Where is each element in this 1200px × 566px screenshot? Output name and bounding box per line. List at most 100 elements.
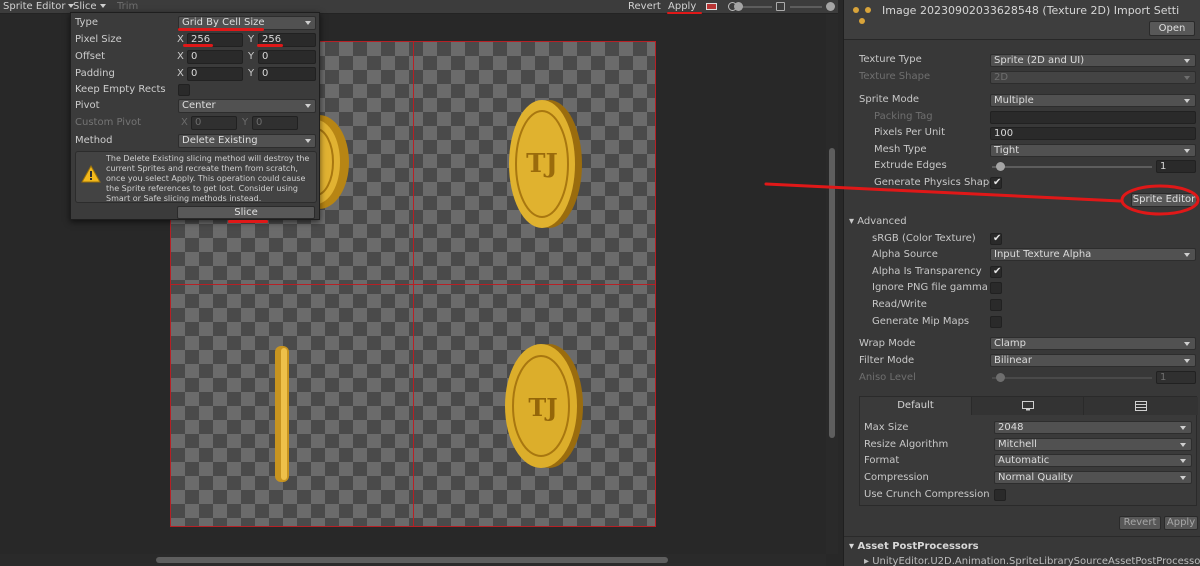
compression-value: Normal Quality xyxy=(998,472,1074,483)
texture-type-value: Sprite (2D and UI) xyxy=(994,55,1085,66)
color-channel-icon[interactable] xyxy=(706,3,717,10)
vertical-scrollbar[interactable] xyxy=(826,14,838,554)
packing-tag-field[interactable] xyxy=(990,111,1196,124)
aniso-level-slider xyxy=(992,377,1152,379)
physics-shape-checkbox[interactable]: ✔ xyxy=(990,177,1002,189)
foldout-arrow-icon: ▾ xyxy=(849,216,858,227)
tab-webgl[interactable] xyxy=(1084,397,1198,415)
read-write-checkbox[interactable] xyxy=(990,299,1002,311)
tab-default[interactable]: Default xyxy=(860,397,972,415)
chevron-down-icon xyxy=(305,21,311,25)
filter-mode-value: Bilinear xyxy=(994,355,1032,366)
filter-mode-dropdown[interactable]: Bilinear xyxy=(990,354,1196,367)
horizontal-scrollbar-thumb[interactable] xyxy=(156,557,668,563)
pivot-dropdown[interactable]: Center xyxy=(178,99,316,113)
asset-postprocessors-section: ▾ Asset PostProcessors ▸ UnityEditor.U2D… xyxy=(844,536,1200,566)
annotation-underline-pixel-x xyxy=(183,44,213,47)
checkmark-icon: ✔ xyxy=(993,266,1002,277)
generate-mipmaps-checkbox[interactable] xyxy=(990,316,1002,328)
coin-sprite-bottom-right[interactable]: TJ xyxy=(501,342,585,470)
advanced-foldout[interactable]: ▾ Advanced xyxy=(849,215,907,229)
custom-pivot-label: Custom Pivot xyxy=(75,117,142,128)
chevron-down-icon xyxy=(1180,459,1186,463)
resize-algorithm-value: Mitchell xyxy=(998,439,1037,450)
inspector-header: Image 20230902033628548 (Texture 2D) Imp… xyxy=(844,0,1200,40)
alpha-transparency-checkbox[interactable]: ✔ xyxy=(990,266,1002,278)
alpha-transparency-label: Alpha Is Transparency xyxy=(872,266,982,277)
extrude-edges-slider-knob[interactable] xyxy=(996,162,1005,171)
vertical-scrollbar-thumb[interactable] xyxy=(829,148,835,438)
inspector-revert-button[interactable]: Revert xyxy=(1119,516,1161,530)
asset-postprocessors-label: Asset PostProcessors xyxy=(857,541,979,552)
postprocessor-item-label: UnityEditor.U2D.Animation.SpriteLibraryS… xyxy=(872,556,1200,566)
checkmark-icon: ✔ xyxy=(993,233,1002,244)
mesh-type-dropdown[interactable]: Tight xyxy=(990,144,1196,157)
inspector-panel: Image 20230902033628548 (Texture 2D) Imp… xyxy=(843,0,1200,566)
format-dropdown[interactable]: Automatic xyxy=(994,454,1192,467)
method-dropdown[interactable]: Delete Existing xyxy=(178,134,316,148)
coin-sprite-top-right[interactable]: TJ xyxy=(507,98,583,230)
slice-button[interactable]: Slice xyxy=(177,206,315,219)
chevron-down-icon xyxy=(305,104,311,108)
chevron-down-icon xyxy=(305,139,311,143)
zoom-slider-knob[interactable] xyxy=(734,2,743,11)
extrude-edges-field[interactable]: 1 xyxy=(1156,160,1196,173)
extrude-edges-slider[interactable] xyxy=(992,166,1152,168)
offset-y-field[interactable]: 0 xyxy=(258,50,316,64)
resize-algorithm-dropdown[interactable]: Mitchell xyxy=(994,438,1192,451)
foldout-arrow-icon: ▸ xyxy=(864,556,873,566)
texture-shape-label: Texture Shape xyxy=(859,71,931,82)
mip-slider-track[interactable] xyxy=(790,6,822,8)
wrap-mode-dropdown[interactable]: Clamp xyxy=(990,337,1196,350)
compression-dropdown[interactable]: Normal Quality xyxy=(994,471,1192,484)
mipmap-icon[interactable] xyxy=(776,2,785,11)
sprite-editor-dropdown[interactable]: Sprite Editor xyxy=(3,0,75,14)
inspector-apply-button[interactable]: Apply xyxy=(1164,516,1198,530)
sprite-mode-dropdown[interactable]: Multiple xyxy=(990,94,1196,107)
mip-slider-knob[interactable] xyxy=(826,2,835,11)
annotation-underline-pixel-y xyxy=(257,44,283,47)
pixels-per-unit-label: Pixels Per Unit xyxy=(874,127,945,138)
generate-mipmaps-label: Generate Mip Maps xyxy=(872,316,970,327)
aniso-level-field: 1 xyxy=(1156,371,1196,384)
padding-x-field[interactable]: 0 xyxy=(187,67,243,81)
chevron-down-icon xyxy=(1184,342,1190,346)
aniso-level-slider-knob xyxy=(996,373,1005,382)
srgb-checkbox[interactable]: ✔ xyxy=(990,233,1002,245)
pivot-value: Center xyxy=(182,100,216,111)
extrude-edges-label: Extrude Edges xyxy=(874,160,947,171)
texture-type-dropdown[interactable]: Sprite (2D and UI) xyxy=(990,54,1196,67)
custom-pivot-y-label: Y xyxy=(242,117,249,128)
coin-sprite-bottom-left[interactable] xyxy=(271,344,293,484)
padding-y-field[interactable]: 0 xyxy=(258,67,316,81)
asset-postprocessors-foldout[interactable]: ▾ Asset PostProcessors xyxy=(849,540,979,554)
type-label: Type xyxy=(75,17,98,28)
offset-x-field[interactable]: 0 xyxy=(187,50,243,64)
method-label: Method xyxy=(75,135,113,146)
max-size-label: Max Size xyxy=(864,422,909,433)
sprite-editor-button[interactable]: Sprite Editor xyxy=(1131,193,1197,207)
zoom-slider-track[interactable] xyxy=(740,6,772,8)
postprocessor-item[interactable]: ▸ UnityEditor.U2D.Animation.SpriteLibrar… xyxy=(864,555,1200,566)
pixels-per-unit-field[interactable]: 100 xyxy=(990,127,1196,140)
alpha-source-dropdown[interactable]: Input Texture Alpha xyxy=(990,248,1196,261)
format-label: Format xyxy=(864,455,900,466)
crunch-compression-checkbox[interactable] xyxy=(994,489,1006,501)
keep-empty-rects-checkbox[interactable] xyxy=(178,84,190,96)
pixel-size-label: Pixel Size xyxy=(75,34,122,45)
horizontal-scrollbar[interactable] xyxy=(0,554,826,566)
filter-mode-label: Filter Mode xyxy=(859,355,915,366)
chevron-down-icon xyxy=(1184,253,1190,257)
webgl-icon xyxy=(1135,401,1147,411)
chevron-down-icon xyxy=(1184,59,1190,63)
format-value: Automatic xyxy=(998,455,1050,466)
revert-button[interactable]: Revert xyxy=(628,0,661,14)
open-button[interactable]: Open xyxy=(1149,21,1195,36)
tab-standalone[interactable] xyxy=(972,397,1084,415)
alpha-source-value: Input Texture Alpha xyxy=(994,249,1092,260)
warning-text: The Delete Existing slicing method will … xyxy=(106,154,310,203)
mesh-type-label: Mesh Type xyxy=(874,144,927,155)
ignore-png-gamma-checkbox[interactable] xyxy=(990,282,1002,294)
chevron-down-icon xyxy=(99,4,106,8)
max-size-dropdown[interactable]: 2048 xyxy=(994,421,1192,434)
